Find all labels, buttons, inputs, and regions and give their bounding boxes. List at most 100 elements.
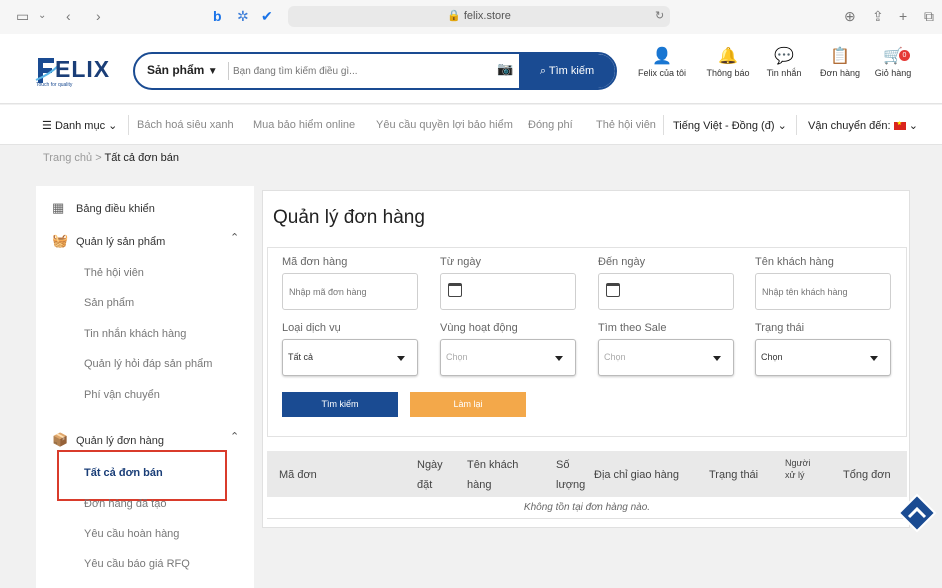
customer-name-label: Tên khách hàng <box>755 256 834 268</box>
sidebar-item-membership-card[interactable]: Thẻ hội viên <box>84 267 144 279</box>
shipping-label: Vận chuyển đến: <box>808 120 891 132</box>
filter-form: Mã đơn hàng Từ ngày Đến ngày Tên khách h… <box>267 247 907 437</box>
order-code-label: Mã đơn hàng <box>282 256 348 268</box>
customer-name-input[interactable] <box>755 273 891 310</box>
breadcrumb-home[interactable]: Trang chủ <box>43 152 92 164</box>
logo-text: ELIX <box>55 56 111 82</box>
search-divider <box>228 62 229 80</box>
sidebar-item-dashboard[interactable]: ▦ Bảng điều khiển <box>52 200 155 216</box>
extension-b-icon[interactable]: b <box>213 8 222 24</box>
sidebar-item-products[interactable]: Sản phẩm <box>84 297 134 309</box>
menu-link-buy-insurance[interactable]: Mua bảo hiểm online <box>253 119 355 131</box>
menu-icon: ☰ <box>42 120 52 132</box>
menu-link-green-grocery[interactable]: Bách hoá siêu xanh <box>137 119 234 131</box>
nav-messages[interactable]: 💬 Tin nhắn <box>761 46 807 78</box>
sidebar-item-created-orders[interactable]: Đơn hàng đã tạo <box>84 498 166 510</box>
chevron-up-icon[interactable]: ⌃ <box>230 430 239 443</box>
empty-table-message: Không tồn tại đơn hàng nào. <box>267 497 907 519</box>
search-input[interactable] <box>233 60 483 82</box>
search-category-select[interactable]: Sản phẩm ▼ <box>147 63 218 77</box>
from-date-label: Từ ngày <box>440 256 481 268</box>
sidebar-item-product-qa[interactable]: Quản lý hỏi đáp sản phẩm <box>84 358 212 370</box>
col-status: Trạng thái <box>709 469 759 481</box>
dropdown-arrow-icon <box>555 356 563 361</box>
orders-icon: 📋 <box>830 48 850 65</box>
chevron-up-icon <box>897 493 937 533</box>
sidebar-toggle-icon[interactable]: ▭ <box>16 8 29 24</box>
chevron-down-icon: ⌄ <box>777 120 787 132</box>
felix-logo[interactable]: ELIX Touch for quality <box>34 52 109 92</box>
divider <box>128 115 129 135</box>
category-menu-bar: ☰ Danh mục ⌄ Bách hoá siêu xanh Mua bảo … <box>0 105 942 145</box>
sidebar-group-products[interactable]: 🧺 Quản lý sản phẩm <box>52 233 165 249</box>
download-icon[interactable]: ⊕ <box>844 8 856 24</box>
forward-icon[interactable]: › <box>96 8 101 24</box>
calendar-icon <box>606 283 620 297</box>
sidebar-item-shipping-fee[interactable]: Phí vận chuyển <box>84 389 160 401</box>
divider <box>796 115 797 135</box>
new-tab-icon[interactable]: + <box>899 8 907 24</box>
shipping-destination-select[interactable]: Vận chuyển đến: ★ ⌄ <box>808 119 918 132</box>
vietnam-flag-icon: ★ <box>893 121 906 131</box>
region-select[interactable]: Chọn <box>440 339 576 376</box>
back-icon[interactable]: ‹ <box>66 8 71 24</box>
extension-gear-icon[interactable]: ✲ <box>237 8 249 24</box>
dashboard-icon: ▦ <box>52 200 65 215</box>
search-bar: Sản phẩm ▼ 📷 ⌕ Tìm kiếm <box>133 52 617 90</box>
search-icon: ⌕ <box>539 65 547 77</box>
col-quantity-2: lượng <box>556 479 586 491</box>
address-bar[interactable]: 🔒 felix.store <box>288 6 670 27</box>
cart-count-badge: 0 <box>899 50 910 61</box>
nav-cart[interactable]: 🛒 Giỏ hàng <box>870 46 916 78</box>
chevron-up-icon[interactable]: ⌃ <box>230 231 239 244</box>
share-icon[interactable]: ⇪ <box>872 8 884 24</box>
sidebar-group-orders[interactable]: 📦 Quản lý đơn hàng <box>52 432 164 448</box>
search-button[interactable]: ⌕ Tìm kiếm <box>519 54 615 88</box>
breadcrumb-separator: > <box>95 152 102 164</box>
order-code-input[interactable] <box>282 273 418 310</box>
search-orders-button[interactable]: Tìm kiếm <box>282 392 398 417</box>
col-customer-2: hàng <box>467 479 492 491</box>
breadcrumb: Trang chủ > Tất cả đơn bán <box>43 152 179 164</box>
sidebar-group-label: Quản lý đơn hàng <box>76 435 164 447</box>
search-button-label: Tìm kiếm <box>548 65 595 77</box>
category-label: Danh mục <box>54 120 106 132</box>
scroll-to-top-button[interactable] <box>897 493 937 533</box>
boxes-icon: 📦 <box>52 432 69 447</box>
col-address: Địa chỉ giao hàng <box>594 469 680 481</box>
sidebar-item-rfq-requests[interactable]: Yêu cầu báo giá RFQ <box>84 558 190 570</box>
dropdown-arrow-icon <box>870 356 878 361</box>
menu-link-insurance-claim[interactable]: Yêu cầu quyền lợi bảo hiểm <box>376 119 513 131</box>
select-value: Chọn <box>604 352 626 362</box>
nav-notifications[interactable]: 🔔 Thông báo <box>703 46 753 78</box>
chevron-down-icon: ▼ <box>207 66 218 77</box>
extension-check-icon[interactable]: ✔ <box>261 8 273 24</box>
sale-select[interactable]: Chọn <box>598 339 734 376</box>
menu-link-pay-fee[interactable]: Đóng phí <box>528 119 573 131</box>
language-select[interactable]: Tiếng Việt - Đồng (đ) ⌄ <box>673 119 787 132</box>
browser-toolbar: ▭ ⌄ ‹ › b ✲ ✔ 🔒 felix.store ↻ ⊕ ⇪ + ⧉ <box>0 0 942 34</box>
col-order-date-1: Ngày <box>417 459 443 471</box>
nav-label: Felix của tôi <box>637 68 687 78</box>
from-date-picker[interactable] <box>440 273 576 310</box>
sidebar-item-return-requests[interactable]: Yêu cầu hoàn hàng <box>84 528 179 540</box>
service-type-select[interactable]: Tất cả <box>282 339 418 376</box>
to-date-label: Đến ngày <box>598 256 646 268</box>
table-header: Mã đơn Ngày đặt Tên khách hàng Số lượng … <box>267 451 907 497</box>
camera-icon[interactable]: 📷 <box>497 61 513 77</box>
chevron-down-icon[interactable]: ⌄ <box>38 8 46 24</box>
tabs-overview-icon[interactable]: ⧉ <box>924 8 934 24</box>
to-date-picker[interactable] <box>598 273 734 310</box>
sidebar-item-all-sales-orders[interactable]: Tất cả đơn bán <box>84 467 163 479</box>
nav-label: Giỏ hàng <box>874 68 912 78</box>
reload-icon[interactable]: ↻ <box>655 8 664 24</box>
menu-link-membership-card[interactable]: Thẻ hội viên <box>596 119 656 131</box>
nav-my-felix[interactable]: 👤 Felix của tôi <box>637 46 687 78</box>
nav-orders[interactable]: 📋 Đơn hàng <box>815 46 865 78</box>
status-select[interactable]: Chọn <box>755 339 891 376</box>
sidebar-item-customer-messages[interactable]: Tin nhắn khách hàng <box>84 328 186 340</box>
reset-button[interactable]: Làm lại <box>410 392 526 417</box>
select-value: Chọn <box>446 352 468 362</box>
orders-table: Mã đơn Ngày đặt Tên khách hàng Số lượng … <box>267 451 907 519</box>
category-menu-button[interactable]: ☰ Danh mục ⌄ <box>42 119 117 132</box>
